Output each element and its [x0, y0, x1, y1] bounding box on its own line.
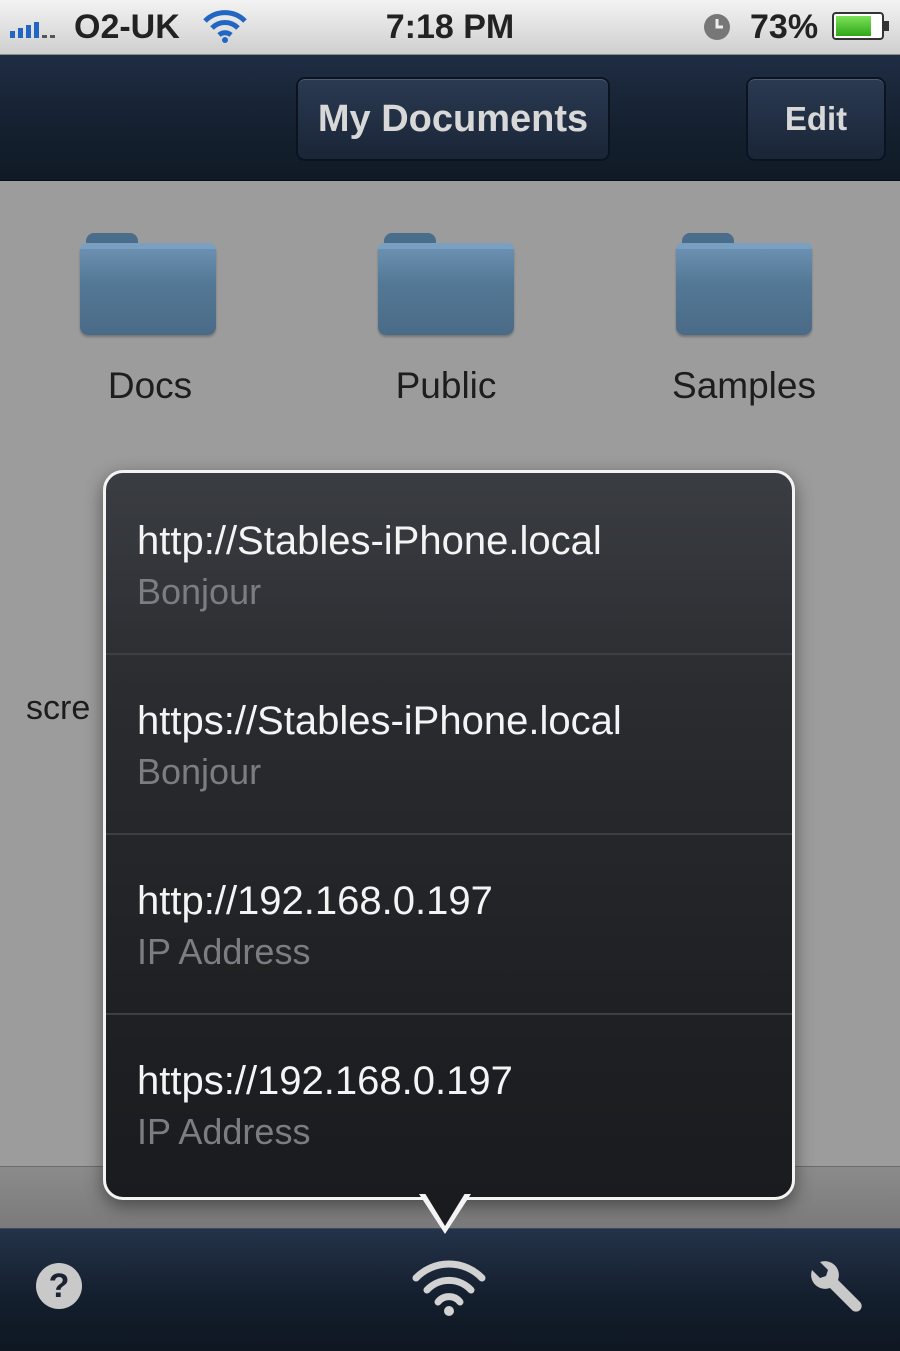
battery-icon	[832, 12, 889, 40]
folder-label-samples[interactable]: Samples	[594, 365, 894, 407]
folder-icon[interactable]	[676, 233, 816, 339]
navigation-bar: My Documents Edit	[0, 55, 900, 181]
list-item[interactable]: http://192.168.0.197 IP Address	[106, 833, 792, 1015]
server-url: https://192.168.0.197	[137, 1059, 513, 1103]
server-type: IP Address	[137, 931, 311, 972]
server-url: http://Stables-iPhone.local	[137, 519, 602, 563]
server-type: Bonjour	[137, 751, 262, 792]
folder-label-docs[interactable]: Docs	[0, 365, 300, 407]
folder-icon[interactable]	[378, 233, 518, 339]
wrench-icon[interactable]	[804, 1254, 870, 1320]
folder-label-public[interactable]: Public	[296, 365, 596, 407]
status-bar: O2-UK 7:18 PM 73%	[0, 0, 900, 55]
server-type: Bonjour	[137, 571, 262, 612]
help-icon[interactable]: ?	[36, 1263, 82, 1309]
clock-icon	[704, 14, 730, 40]
list-item[interactable]: https://192.168.0.197 IP Address	[106, 1013, 792, 1193]
popover-arrow-fill	[423, 1190, 467, 1226]
folder-title-button[interactable]: My Documents	[296, 77, 610, 161]
server-address-popover: http://Stables-iPhone.local Bonjour http…	[103, 470, 795, 1200]
list-item[interactable]: https://Stables-iPhone.local Bonjour	[106, 653, 792, 835]
server-url: http://192.168.0.197	[137, 879, 493, 923]
server-type: IP Address	[137, 1111, 311, 1152]
background-text: scre	[26, 689, 91, 727]
wifi-icon[interactable]	[410, 1252, 488, 1322]
battery-percent: 73%	[750, 8, 819, 46]
edit-button[interactable]: Edit	[746, 77, 886, 161]
list-item[interactable]: http://Stables-iPhone.local Bonjour	[106, 473, 792, 655]
server-url: https://Stables-iPhone.local	[137, 699, 622, 743]
folder-icon[interactable]	[80, 233, 220, 339]
